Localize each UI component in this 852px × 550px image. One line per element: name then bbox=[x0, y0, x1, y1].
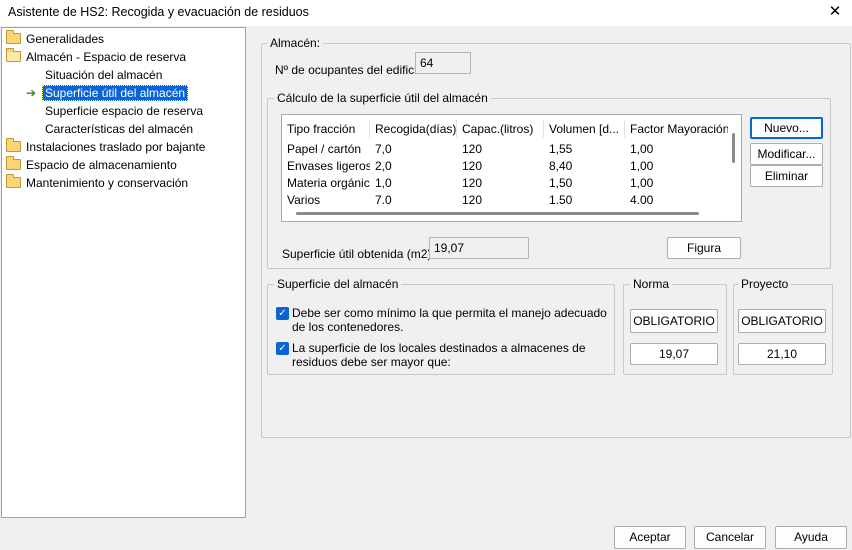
ocupantes-field[interactable]: 64 bbox=[415, 52, 471, 74]
tree-item-mantenimiento[interactable]: Mantenimiento y conservación bbox=[6, 174, 188, 192]
table-cell: Papel / cartón bbox=[287, 142, 362, 156]
tree-item-superficie-util[interactable]: ➔ Superficie útil del almacén bbox=[26, 84, 189, 102]
table-cell: 1,00 bbox=[630, 142, 654, 156]
tree-item-almacen[interactable]: Almacén - Espacio de reserva bbox=[6, 48, 186, 66]
tree-item-espacio-almacenamiento[interactable]: Espacio de almacenamiento bbox=[6, 156, 177, 174]
table-cell: 120 bbox=[462, 159, 483, 173]
column-header[interactable]: Volumen [d... bbox=[544, 120, 625, 138]
column-header[interactable]: Factor Mayoración bbox=[625, 120, 728, 138]
column-header[interactable]: Tipo fracción bbox=[282, 120, 370, 138]
column-header[interactable]: Recogida(días) bbox=[370, 120, 457, 138]
horizontal-scrollbar[interactable] bbox=[296, 212, 699, 215]
close-icon[interactable]: ✕ bbox=[826, 3, 844, 21]
aceptar-button[interactable]: Aceptar bbox=[614, 526, 686, 549]
column-header[interactable]: Capac.(litros) bbox=[457, 120, 544, 138]
table-cell: 8,40 bbox=[549, 159, 573, 173]
nuevo-button[interactable]: Nuevo... bbox=[750, 117, 823, 139]
dialog-footer: Aceptar Cancelar Ayuda bbox=[0, 519, 852, 550]
proyecto-group-label: Proyecto bbox=[738, 277, 792, 291]
navigation-tree: Generalidades Almacén - Espacio de reser… bbox=[1, 27, 246, 518]
ayuda-button[interactable]: Ayuda bbox=[775, 526, 847, 549]
table-cell: 120 bbox=[462, 142, 483, 156]
table-cell: Varios bbox=[287, 193, 321, 207]
folder-icon bbox=[6, 138, 21, 152]
title-bar: Asistente de HS2: Recogida y evacuación … bbox=[0, 0, 852, 26]
table-cell: Materia orgánica bbox=[287, 176, 370, 190]
superficie-group-label: Superficie del almacén bbox=[274, 277, 402, 291]
tree-item-instalaciones[interactable]: Instalaciones traslado por bajante bbox=[6, 138, 205, 156]
fracciones-table[interactable]: Tipo fracción Recogida(días) Capac.(litr… bbox=[281, 114, 742, 222]
window-title: Asistente de HS2: Recogida y evacuación … bbox=[8, 5, 309, 19]
table-row[interactable]: Materia orgánica 1,0 120 1,50 1,00 bbox=[282, 175, 728, 192]
norma-obligatorio-button[interactable]: OBLIGATORIO bbox=[630, 309, 718, 333]
tree-item-label: Superficie útil del almacén bbox=[42, 85, 189, 101]
modificar-button[interactable]: Modificar... bbox=[750, 143, 823, 165]
check-superficie-label: La superficie de los locales destinados … bbox=[292, 341, 586, 369]
table-cell: 7.0 bbox=[375, 193, 392, 207]
folder-open-icon bbox=[6, 48, 21, 62]
table-cell: 1,0 bbox=[375, 176, 392, 190]
tree-item-label: Situación del almacén bbox=[45, 68, 163, 82]
cancelar-button[interactable]: Cancelar bbox=[694, 526, 766, 549]
tree-item-caracteristicas[interactable]: Características del almacén bbox=[45, 120, 193, 138]
check-superficie-checkbox[interactable]: ✓ bbox=[276, 342, 289, 355]
tree-item-superficie-reserva[interactable]: Superficie espacio de reserva bbox=[45, 102, 203, 120]
table-header: Tipo fracción Recogida(días) Capac.(litr… bbox=[282, 120, 728, 138]
table-cell: 1,00 bbox=[630, 176, 654, 190]
tree-item-label: Instalaciones traslado por bajante bbox=[26, 140, 206, 154]
proyecto-obligatorio-button[interactable]: OBLIGATORIO bbox=[738, 309, 826, 333]
eliminar-button[interactable]: Eliminar bbox=[750, 165, 823, 187]
vertical-scrollbar[interactable] bbox=[732, 133, 735, 163]
table-row[interactable]: Envases ligeros 2,0 120 8,40 1,00 bbox=[282, 158, 728, 175]
tree-item-label: Espacio de almacenamiento bbox=[26, 158, 177, 172]
table-cell: 1,00 bbox=[630, 159, 654, 173]
folder-icon bbox=[6, 30, 21, 44]
table-cell: 1.50 bbox=[549, 193, 573, 207]
arrow-right-icon: ➔ bbox=[26, 86, 37, 100]
folder-icon bbox=[6, 156, 21, 170]
tree-item-generalidades[interactable]: Generalidades bbox=[6, 30, 104, 48]
check-manejo-checkbox[interactable]: ✓ bbox=[276, 307, 289, 320]
tree-item-label: Generalidades bbox=[26, 32, 105, 46]
tree-item-label: Almacén - Espacio de reserva bbox=[26, 50, 187, 64]
ocupantes-label: Nº de ocupantes del edificio: bbox=[275, 63, 427, 77]
superficie-obtenida-field[interactable]: 19,07 bbox=[429, 237, 529, 259]
table-cell: 2,0 bbox=[375, 159, 392, 173]
check-manejo-label: Debe ser como mínimo la que permita el m… bbox=[292, 306, 607, 334]
table-cell: 1,55 bbox=[549, 142, 573, 156]
table-cell: Envases ligeros bbox=[287, 159, 370, 173]
almacen-group-label: Almacén: bbox=[267, 36, 324, 50]
tree-item-label: Superficie espacio de reserva bbox=[45, 104, 204, 118]
tree-item-label: Características del almacén bbox=[45, 122, 194, 136]
proyecto-value-field[interactable]: 21,10 bbox=[738, 343, 826, 365]
folder-icon bbox=[6, 174, 21, 188]
table-row[interactable]: Papel / cartón 7,0 120 1,55 1,00 bbox=[282, 141, 728, 158]
superficie-obtenida-label: Superficie útil obtenida (m2): bbox=[282, 247, 435, 261]
tree-item-label: Mantenimiento y conservación bbox=[26, 176, 189, 190]
table-cell: 1,50 bbox=[549, 176, 573, 190]
table-cell: 120 bbox=[462, 176, 483, 190]
norma-group-label: Norma bbox=[630, 277, 673, 291]
calculo-group-label: Cálculo de la superficie útil del almacé… bbox=[274, 91, 491, 105]
tree-item-situacion[interactable]: Situación del almacén bbox=[45, 66, 162, 84]
figura-button[interactable]: Figura bbox=[667, 237, 741, 259]
norma-value-field: 19,07 bbox=[630, 343, 718, 365]
table-cell: 7,0 bbox=[375, 142, 392, 156]
table-cell: 120 bbox=[462, 193, 483, 207]
table-row[interactable]: Varios 7.0 120 1.50 4.00 bbox=[282, 192, 728, 209]
table-cell: 4.00 bbox=[630, 193, 654, 207]
